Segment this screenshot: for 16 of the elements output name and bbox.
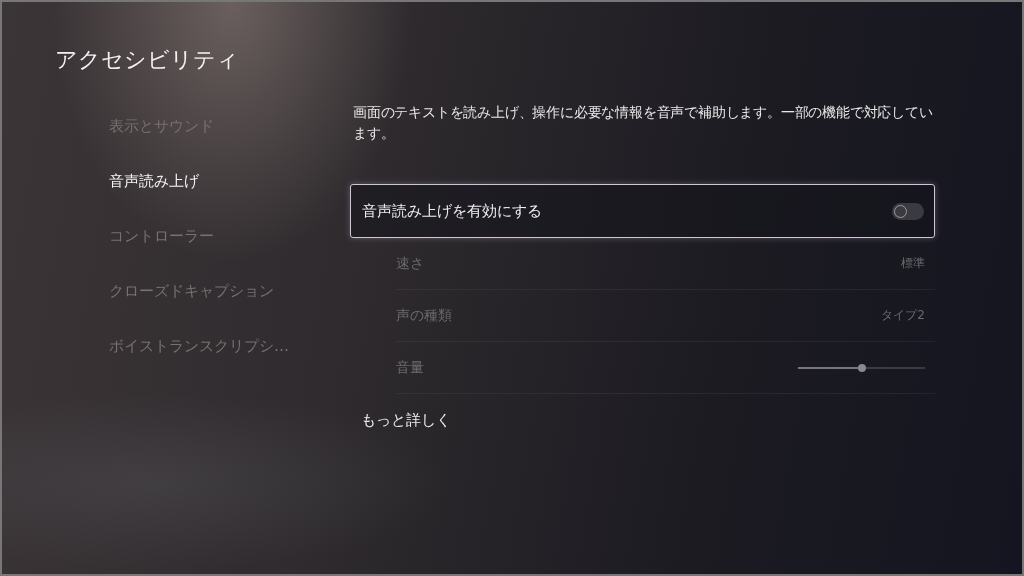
more-link[interactable]: もっと詳しく xyxy=(361,410,451,430)
sidebar-item[interactable]: 音声読み上げ xyxy=(109,154,292,209)
toggle-switch[interactable] xyxy=(892,202,924,220)
page-title: アクセシビリティ xyxy=(55,46,240,74)
setting-value: タイプ2 xyxy=(881,307,925,324)
setting-label: 音量 xyxy=(396,358,424,377)
setting-value: 標準 xyxy=(901,255,925,272)
setting-label: 音声読み上げを有効にする xyxy=(362,201,542,221)
setting-label: 速さ xyxy=(396,254,424,273)
volume-slider[interactable] xyxy=(798,366,925,369)
description-text: 画面のテキストを読み上げ、操作に必要な情報を音声で補助します。一部の機能で対応しています。 xyxy=(353,103,934,143)
sidebar-item[interactable]: クローズドキャプション xyxy=(109,264,292,319)
setting-label: 声の種類 xyxy=(396,306,452,325)
sidebar-item[interactable]: コントローラー xyxy=(109,209,292,264)
sidebar-item[interactable]: ボイストランスクリプシ… xyxy=(109,319,292,374)
setting-row[interactable]: 音声読み上げを有効にする xyxy=(350,184,935,238)
